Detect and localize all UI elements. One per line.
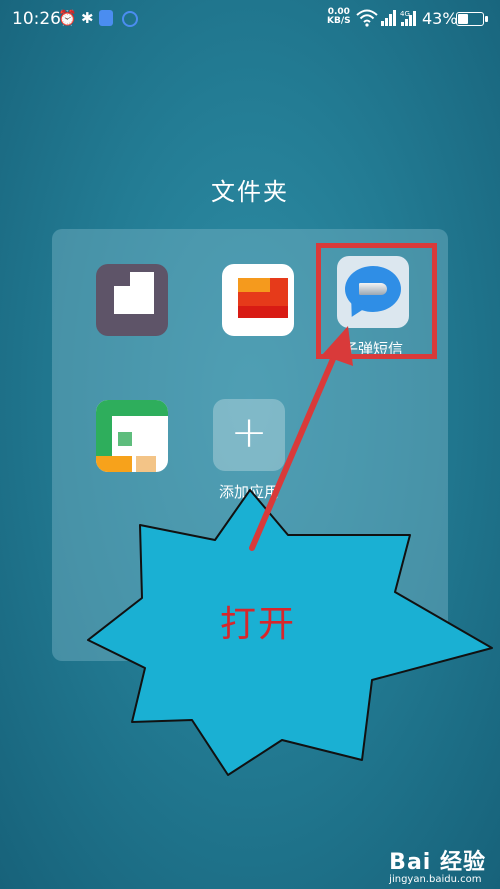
annotation-overlay: [87, 326, 493, 776]
callout-text: 打开: [220, 604, 297, 645]
arrow-line: [249, 349, 339, 551]
baidu-watermark: Bai 经验 jingyan.baidu.com: [389, 850, 486, 885]
arrow-head: [322, 326, 353, 366]
